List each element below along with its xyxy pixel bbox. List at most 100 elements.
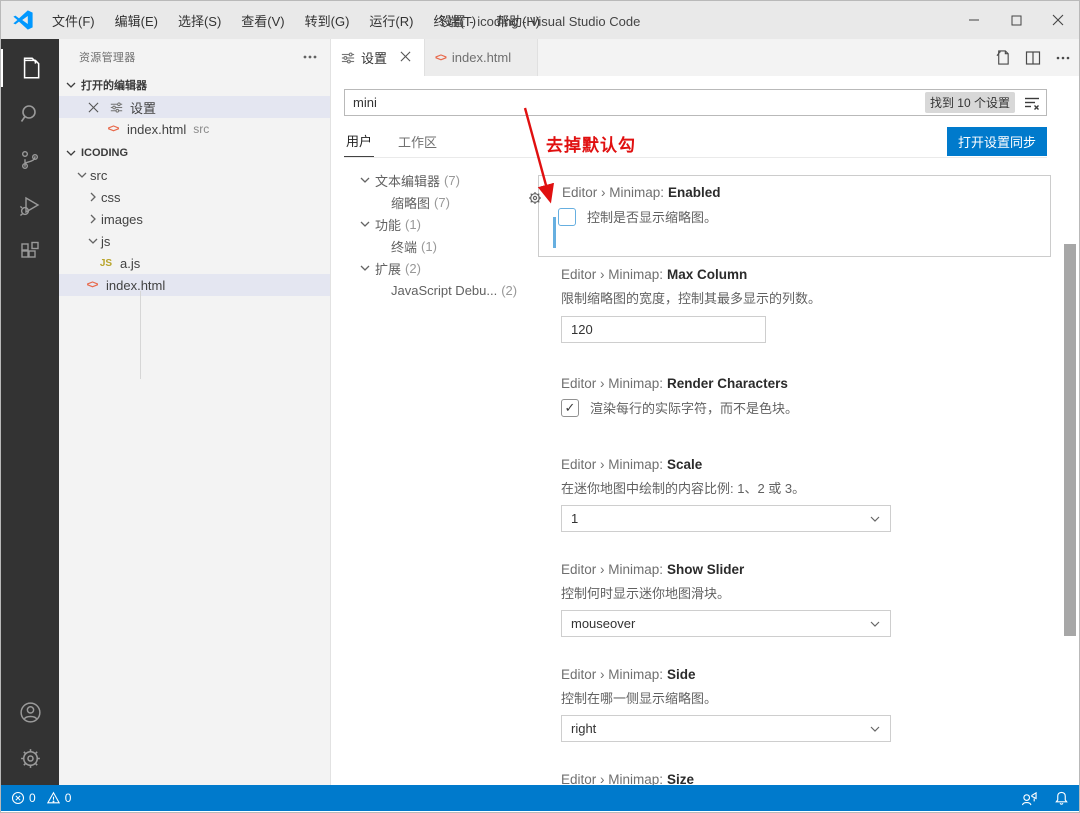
- extensions-icon[interactable]: [1, 229, 59, 275]
- warning-icon: [46, 791, 60, 804]
- editor-area: 设置 <> index.html mini 找到 10 个设置 用户 工作区 打…: [331, 39, 1079, 785]
- menu-file[interactable]: 文件(F): [43, 7, 104, 34]
- settings-toc: 文本编辑器 (7) 缩略图 (7) 功能 (1) 终端 (1) 扩展 (2) J…: [345, 169, 540, 301]
- menu-edit[interactable]: 编辑(E): [106, 7, 167, 34]
- tree-file-index-html[interactable]: <> index.html: [59, 274, 330, 296]
- setting-title: Editor › Minimap: Render Characters: [561, 376, 788, 391]
- explorer-sidebar: 资源管理器 打开的编辑器 设置 <> index.html src ICODIN…: [59, 39, 331, 785]
- setting-minimap-size[interactable]: Editor › Minimap: Size: [538, 772, 1051, 785]
- clear-filter-icon[interactable]: [1021, 92, 1043, 114]
- more-actions-icon[interactable]: [302, 49, 318, 65]
- render-characters-checkbox[interactable]: ✓: [561, 398, 579, 417]
- setting-description: 控制在哪一侧显示缩略图。: [561, 691, 718, 706]
- workspace-root-header[interactable]: ICODING: [59, 142, 330, 164]
- scope-tab-workspace[interactable]: 工作区: [396, 126, 439, 157]
- setting-description: 控制何时显示迷你地图滑块。: [561, 586, 731, 601]
- open-editors-header[interactable]: 打开的编辑器: [59, 74, 330, 96]
- setting-title: Editor › Minimap: Enabled: [562, 185, 721, 200]
- setting-minimap-side[interactable]: Editor › Minimap: Side 控制在哪一侧显示缩略图。 right: [538, 667, 1051, 742]
- settings-page: 找到 10 个设置 用户 工作区 打开设置同步: [331, 76, 1079, 785]
- setting-description: 限制缩略图的宽度，控制其最多显示的列数。: [561, 291, 822, 306]
- setting-minimap-render-characters[interactable]: Editor › Minimap: Render Characters ✓ 渲染每…: [538, 376, 1051, 417]
- split-editor-icon[interactable]: [1025, 50, 1041, 66]
- notifications-bell-icon[interactable]: [1054, 790, 1069, 806]
- source-control-icon[interactable]: [1, 137, 59, 183]
- feedback-icon[interactable]: [1021, 791, 1038, 806]
- minimap-enabled-checkbox[interactable]: [558, 207, 576, 226]
- setting-minimap-scale[interactable]: Editor › Minimap: Scale 在迷你地图中绘制的内容比例: 1、…: [538, 457, 1051, 532]
- html-file-icon: <>: [107, 123, 120, 135]
- toc-features[interactable]: 功能 (1): [345, 213, 540, 235]
- vscode-window: 文件(F) 编辑(E) 选择(S) 查看(V) 转到(G) 运行(R) 终端(T…: [0, 0, 1080, 813]
- editor-path-detail: src: [193, 122, 210, 136]
- menu-view[interactable]: 查看(V): [232, 7, 293, 34]
- menu-selection[interactable]: 选择(S): [169, 7, 230, 34]
- scale-select[interactable]: 1: [561, 505, 891, 532]
- open-editor-settings[interactable]: 设置: [59, 96, 330, 118]
- menu-terminal[interactable]: 终端(T): [424, 7, 485, 34]
- scope-tab-user[interactable]: 用户: [344, 125, 375, 157]
- explorer-icon[interactable]: [1, 45, 59, 91]
- settings-search-box: 找到 10 个设置: [344, 89, 1047, 116]
- setting-description: 控制是否显示缩略图。: [587, 210, 718, 225]
- html-file-icon: <>: [86, 279, 99, 291]
- setting-minimap-max-column[interactable]: Editor › Minimap: Max Column 限制缩略图的宽度，控制其…: [538, 267, 1051, 343]
- minimize-icon: [969, 19, 979, 21]
- toc-extensions[interactable]: 扩展 (2): [345, 257, 540, 279]
- html-file-icon: <>: [435, 51, 447, 64]
- run-debug-icon[interactable]: [1, 183, 59, 229]
- open-editor-index-html[interactable]: <> index.html src: [59, 118, 330, 140]
- setting-description: 渲染每行的实际字符，而不是色块。: [590, 401, 799, 416]
- toc-text-editor[interactable]: 文本编辑器 (7): [345, 169, 540, 191]
- tree-folder-src[interactable]: src: [59, 164, 330, 186]
- tree-indent-guide: [140, 291, 141, 379]
- show-slider-select[interactable]: mouseover: [561, 610, 891, 637]
- toc-terminal[interactable]: 终端 (1): [345, 235, 540, 257]
- tree-folder-images[interactable]: images: [59, 208, 330, 230]
- close-icon: [1052, 14, 1064, 26]
- error-count: 0: [29, 791, 36, 805]
- problems-indicator[interactable]: 0 0: [11, 791, 71, 805]
- close-editor-icon[interactable]: [84, 102, 102, 113]
- setting-minimap-show-slider[interactable]: Editor › Minimap: Show Slider 控制何时显示迷你地图滑…: [538, 562, 1051, 637]
- menu-help[interactable]: 帮助(H): [487, 7, 549, 34]
- status-bar: 0 0: [1, 785, 1079, 811]
- settings-editor-icon: [107, 101, 125, 114]
- open-settings-json-icon[interactable]: [994, 49, 1011, 66]
- setting-description: 在迷你地图中绘制的内容比例: 1、2 或 3。: [561, 481, 806, 496]
- setting-title: Editor › Minimap: Show Slider: [561, 562, 745, 577]
- title-bar: 文件(F) 编辑(E) 选择(S) 查看(V) 转到(G) 运行(R) 终端(T…: [1, 1, 1079, 39]
- settings-list: Editor › Minimap: Enabled 控制是否显示缩略图。 Edit…: [529, 161, 1051, 785]
- setting-gear-icon[interactable]: [527, 190, 543, 209]
- tree-file-a-js[interactable]: JS a.js: [59, 252, 330, 274]
- menu-go[interactable]: 转到(G): [296, 7, 359, 34]
- more-actions-icon[interactable]: [1055, 50, 1071, 66]
- scrollbar-thumb[interactable]: [1064, 244, 1076, 636]
- checkmark-icon: ✓: [564, 399, 576, 415]
- side-select[interactable]: right: [561, 715, 891, 742]
- minimize-button[interactable]: [953, 1, 995, 39]
- close-tab-icon[interactable]: [397, 50, 414, 66]
- settings-gear-icon[interactable]: [1, 735, 59, 781]
- menu-run[interactable]: 运行(R): [360, 7, 422, 34]
- vscode-logo-icon: [13, 10, 33, 30]
- toc-js-debugger[interactable]: JavaScript Debu... (2): [345, 279, 540, 301]
- activity-bar: [1, 39, 59, 785]
- setting-minimap-enabled[interactable]: Editor › Minimap: Enabled 控制是否显示缩略图。: [529, 175, 1051, 257]
- account-icon[interactable]: [1, 689, 59, 735]
- tab-index-html[interactable]: <> index.html: [425, 39, 539, 76]
- tree-folder-css[interactable]: css: [59, 186, 330, 208]
- max-column-input[interactable]: [571, 322, 756, 337]
- chevron-down-icon: [869, 513, 881, 528]
- turn-on-sync-button[interactable]: 打开设置同步: [946, 127, 1047, 156]
- close-window-button[interactable]: [1037, 1, 1079, 39]
- maximize-icon: [1011, 15, 1021, 25]
- tree-folder-js[interactable]: js: [59, 230, 330, 252]
- maximize-button[interactable]: [995, 1, 1037, 39]
- search-icon[interactable]: [1, 91, 59, 137]
- toc-minimap[interactable]: 缩略图 (7): [345, 191, 540, 213]
- tab-settings[interactable]: 设置: [331, 39, 426, 76]
- settings-search-input[interactable]: [345, 95, 925, 110]
- result-count-badge: 找到 10 个设置: [924, 92, 1015, 113]
- setting-title: Editor › Minimap: Max Column: [561, 267, 748, 282]
